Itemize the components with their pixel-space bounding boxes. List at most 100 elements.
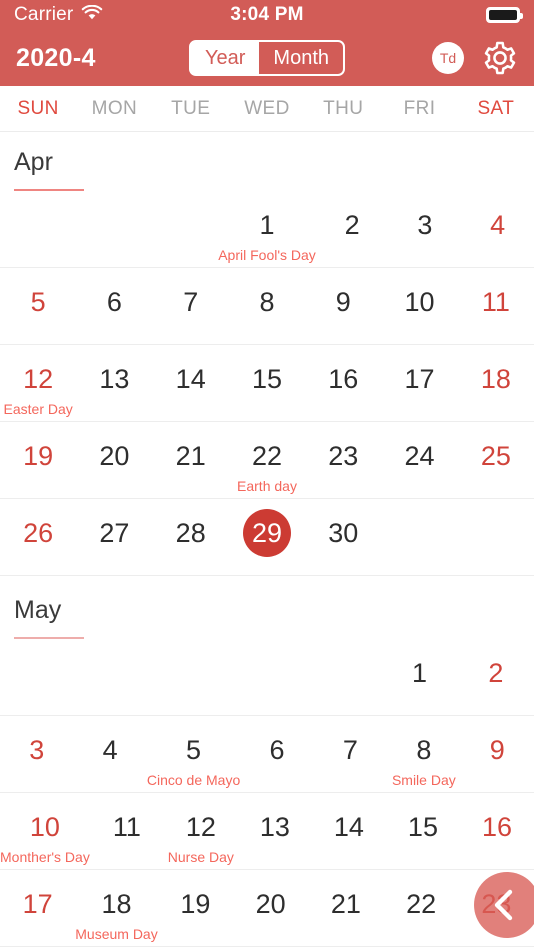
weekday-sun: SUN bbox=[17, 97, 59, 119]
day-cell[interactable]: 8 bbox=[229, 268, 305, 344]
day-cell[interactable]: 4 bbox=[73, 716, 146, 792]
day-cell[interactable]: 4 bbox=[461, 191, 534, 267]
view-mode-segmented-control[interactable]: Year Month bbox=[188, 40, 346, 76]
day-number: 8 bbox=[259, 287, 275, 317]
segment-year[interactable]: Year bbox=[190, 42, 260, 74]
day-cell[interactable]: 27 bbox=[76, 499, 152, 575]
day-cell[interactable]: 16 bbox=[460, 793, 534, 869]
day-cell-empty bbox=[381, 499, 457, 575]
day-cell[interactable]: 11 bbox=[90, 793, 164, 869]
day-cell[interactable]: 30 bbox=[305, 499, 381, 575]
day-number: 20 bbox=[99, 441, 130, 471]
day-cell[interactable]: 12 Easter Day bbox=[0, 345, 76, 421]
day-cell[interactable]: 1 April Fool's Day bbox=[218, 191, 316, 267]
day-number: 22 bbox=[406, 889, 437, 919]
day-cell[interactable]: 8 Smile Day bbox=[387, 716, 460, 792]
day-cell[interactable]: 2 bbox=[316, 191, 389, 267]
day-cell[interactable]: 24 bbox=[381, 422, 457, 498]
day-number: 19 bbox=[23, 441, 54, 471]
day-number: 8 bbox=[416, 735, 432, 765]
day-cell[interactable]: 21 bbox=[153, 422, 229, 498]
day-cell[interactable]: 3 bbox=[0, 716, 73, 792]
day-cell-empty bbox=[73, 191, 146, 267]
day-number: 13 bbox=[259, 812, 290, 842]
day-cell[interactable]: 5 Cinco de Mayo bbox=[147, 716, 240, 792]
day-cell[interactable]: 6 bbox=[240, 716, 313, 792]
today-button[interactable]: Td bbox=[432, 42, 464, 74]
day-number: 16 bbox=[481, 812, 512, 842]
battery-full-icon bbox=[486, 7, 523, 23]
day-number: 24 bbox=[404, 441, 435, 471]
day-number: 16 bbox=[328, 364, 359, 394]
month-name: May bbox=[14, 596, 62, 624]
day-number: 22 bbox=[251, 441, 282, 471]
wifi-icon bbox=[81, 4, 103, 26]
page-title: 2020-4 bbox=[16, 43, 96, 72]
day-cell[interactable]: 15 bbox=[386, 793, 460, 869]
day-cell[interactable]: 1 bbox=[381, 639, 457, 715]
day-cell[interactable]: 18 bbox=[458, 345, 534, 421]
day-cell[interactable]: 15 bbox=[229, 345, 305, 421]
day-cell[interactable]: 13 bbox=[76, 345, 152, 421]
day-number: 15 bbox=[407, 812, 438, 842]
day-cell[interactable]: 17 bbox=[381, 345, 457, 421]
day-number: 6 bbox=[106, 287, 122, 317]
day-cell[interactable]: 11 bbox=[458, 268, 534, 344]
day-cell[interactable]: 10 bbox=[381, 268, 457, 344]
day-number: 23 bbox=[328, 441, 359, 471]
day-cell[interactable]: 14 bbox=[153, 345, 229, 421]
day-number: 30 bbox=[328, 518, 359, 548]
day-number: 11 bbox=[112, 812, 141, 842]
day-cell[interactable]: 19 bbox=[0, 422, 76, 498]
day-cell[interactable]: 12 Nurse Day bbox=[164, 793, 238, 869]
day-number: 25 bbox=[480, 441, 511, 471]
day-event-label: Smile Day bbox=[391, 772, 456, 788]
day-cell[interactable]: 22 Earth day bbox=[229, 422, 305, 498]
day-cell[interactable]: 23 bbox=[305, 422, 381, 498]
day-cell[interactable]: 20 bbox=[233, 870, 308, 946]
day-cell[interactable]: 28 bbox=[153, 499, 229, 575]
day-cell[interactable]: 16 bbox=[305, 345, 381, 421]
navigation-actions: Td bbox=[432, 40, 518, 76]
day-cell[interactable]: 6 bbox=[76, 268, 152, 344]
day-cell[interactable]: 29 bbox=[229, 499, 305, 575]
segment-month[interactable]: Month bbox=[259, 42, 344, 74]
day-number: 9 bbox=[335, 287, 351, 317]
calendar-scroll-area[interactable]: Apr 1 April Fool's Day 2 3 4 5 6 7 8 9 10 11 12 Easter… bbox=[0, 132, 534, 950]
day-cell[interactable]: 5 bbox=[0, 268, 76, 344]
day-number: 10 bbox=[29, 812, 60, 842]
day-cell[interactable]: 7 bbox=[314, 716, 387, 792]
day-cell[interactable]: 2 bbox=[458, 639, 534, 715]
day-cell-empty bbox=[153, 639, 229, 715]
gear-icon[interactable] bbox=[482, 40, 518, 76]
day-number: 2 bbox=[488, 658, 504, 688]
day-cell[interactable]: 21 bbox=[308, 870, 383, 946]
day-cell[interactable]: 9 bbox=[461, 716, 534, 792]
day-cell[interactable]: 7 bbox=[153, 268, 229, 344]
day-cell[interactable]: 14 bbox=[312, 793, 386, 869]
day-cell[interactable]: 18 Museum Day bbox=[75, 870, 157, 946]
day-number-selected: 29 bbox=[242, 509, 291, 557]
day-event-label: Nurse Day bbox=[167, 849, 234, 865]
weekday-header: SUN MON TUE WED THU FRI SAT bbox=[0, 86, 534, 132]
day-cell[interactable]: 25 bbox=[458, 422, 534, 498]
day-cell[interactable]: 20 bbox=[76, 422, 152, 498]
week-row: 19 20 21 22 Earth day 23 24 25 bbox=[0, 422, 534, 499]
week-row: 5 6 7 8 9 10 11 bbox=[0, 268, 534, 345]
status-bar: Carrier 3:04 PM bbox=[0, 0, 534, 30]
day-cell[interactable]: 10 Monther's Day bbox=[0, 793, 90, 869]
day-number: 15 bbox=[251, 364, 282, 394]
day-number: 14 bbox=[333, 812, 364, 842]
day-cell[interactable]: 19 bbox=[158, 870, 233, 946]
day-cell[interactable]: 26 bbox=[0, 499, 76, 575]
navigation-bar: 2020-4 Year Month Td bbox=[0, 30, 534, 86]
day-cell[interactable]: 22 bbox=[383, 870, 458, 946]
day-cell[interactable]: 17 bbox=[0, 870, 75, 946]
previous-button[interactable] bbox=[474, 872, 534, 938]
day-number: 1 bbox=[259, 210, 275, 240]
day-number: 17 bbox=[22, 889, 53, 919]
day-cell[interactable]: 9 bbox=[305, 268, 381, 344]
day-cell[interactable]: 3 bbox=[389, 191, 462, 267]
day-cell[interactable]: 13 bbox=[238, 793, 312, 869]
day-number: 9 bbox=[489, 735, 505, 765]
